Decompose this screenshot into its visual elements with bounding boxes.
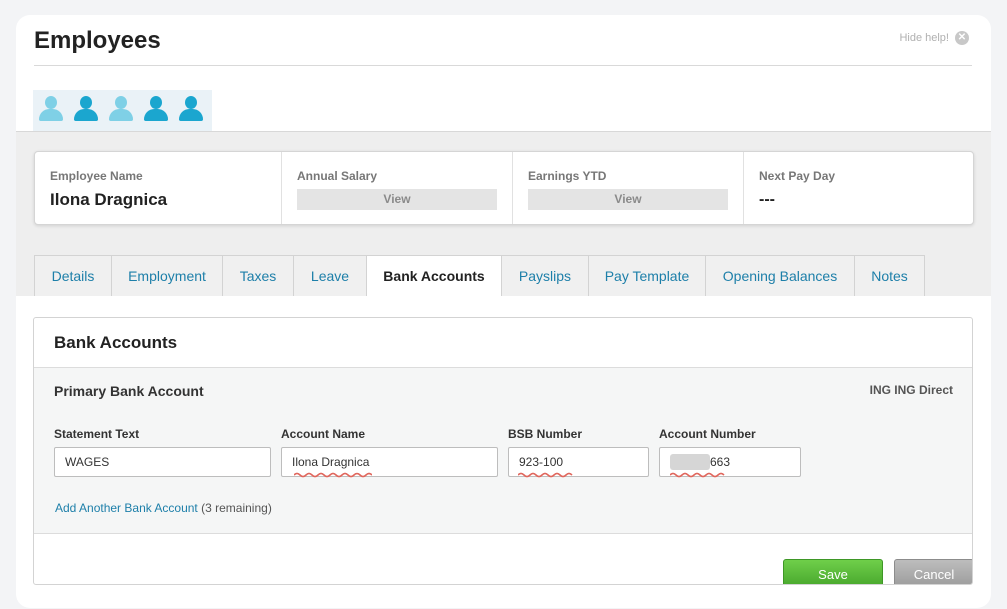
account-name-value: Ilona Dragnica [292, 455, 370, 469]
employee-summary-card: Employee Name Ilona Dragnica Annual Sala… [34, 151, 974, 225]
person-icon [177, 95, 205, 123]
tab-payslips[interactable]: Payslips [502, 255, 589, 296]
account-name-label: Account Name [281, 427, 366, 441]
add-another-bank-account-link[interactable]: Add Another Bank Account [55, 501, 198, 515]
statement-text-label: Statement Text [54, 427, 140, 441]
page-title: Employees [34, 27, 161, 54]
employee-name-label: Employee Name [50, 169, 143, 183]
employee-avatars-banner [33, 90, 212, 132]
hide-help-label: Hide help! [899, 32, 949, 44]
title-divider [34, 65, 972, 66]
close-icon[interactable]: ✕ [955, 31, 969, 45]
cancel-button[interactable]: Cancel [894, 559, 972, 584]
person-icon [72, 95, 100, 123]
spellcheck-underline [294, 472, 372, 478]
next-pay-day-label: Next Pay Day [759, 169, 836, 183]
account-name-input[interactable]: Ilona Dragnica [281, 447, 498, 478]
account-number-input[interactable]: 663 [659, 447, 801, 478]
tab-employment[interactable]: Employment [112, 255, 223, 296]
tab-opening-balances[interactable]: Opening Balances [706, 255, 855, 296]
tab-leave[interactable]: Leave [294, 255, 367, 296]
annual-salary-cell: Annual Salary View [282, 152, 513, 224]
statement-text-input[interactable]: WAGES [54, 447, 271, 477]
earnings-ytd-cell: Earnings YTD View [513, 152, 744, 224]
person-icon [107, 95, 135, 123]
employees-window: Employees Hide help! ✕ Employee Name Ilo… [16, 15, 991, 608]
account-name-field: Account Name Ilona Dragnica [281, 427, 498, 478]
person-icon [142, 95, 170, 123]
earnings-ytd-label: Earnings YTD [528, 169, 607, 183]
redacted-digits [670, 453, 710, 470]
bank-name: ING ING Direct [869, 383, 953, 397]
earnings-ytd-view-button[interactable]: View [528, 189, 728, 210]
spellcheck-underline [518, 472, 573, 478]
tab-details[interactable]: Details [34, 255, 112, 296]
employee-name-cell: Employee Name Ilona Dragnica [35, 152, 282, 224]
account-number-value: 663 [710, 455, 731, 469]
statement-text-value: WAGES [65, 455, 110, 469]
account-number-field: Account Number 663 [659, 427, 801, 478]
annual-salary-label: Annual Salary [297, 169, 378, 183]
annual-salary-view-button[interactable]: View [297, 189, 497, 210]
bsb-number-field: BSB Number 923-100 [508, 427, 649, 478]
tab-notes[interactable]: Notes [855, 255, 925, 296]
tab-bank-accounts[interactable]: Bank Accounts [367, 255, 502, 296]
next-pay-day-cell: Next Pay Day --- [744, 152, 973, 224]
save-button[interactable]: Save [783, 559, 883, 584]
primary-bank-account-section: Primary Bank Account ING ING Direct Stat… [34, 368, 972, 534]
hide-help-button[interactable]: Hide help! ✕ [899, 31, 969, 45]
employee-tabs: Details Employment Taxes Leave Bank Acco… [34, 255, 925, 296]
tab-pay-template[interactable]: Pay Template [589, 255, 706, 296]
primary-bank-account-title: Primary Bank Account [54, 383, 204, 399]
tab-taxes[interactable]: Taxes [223, 255, 294, 296]
person-icon [37, 95, 65, 123]
statement-text-field: Statement Text WAGES [54, 427, 271, 477]
account-number-label: Account Number [659, 427, 756, 441]
bank-accounts-title: Bank Accounts [34, 318, 972, 368]
spellcheck-underline [670, 472, 725, 478]
remaining-count: (3 remaining) [201, 501, 272, 515]
bsb-number-label: BSB Number [508, 427, 583, 441]
employee-name: Ilona Dragnica [50, 190, 168, 209]
add-bank-account-row: Add Another Bank Account (3 remaining) [55, 501, 272, 515]
bsb-number-value: 923-100 [519, 455, 564, 469]
bank-accounts-panel: Bank Accounts Primary Bank Account ING I… [33, 317, 973, 585]
bsb-number-input[interactable]: 923-100 [508, 447, 649, 478]
next-pay-day-value: --- [759, 191, 775, 208]
